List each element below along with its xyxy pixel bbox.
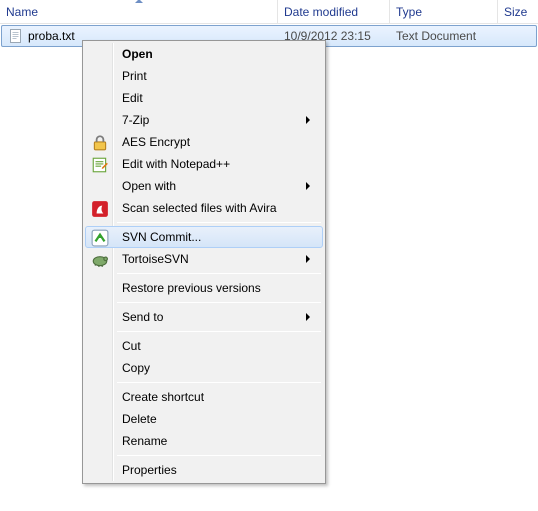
menu-item-svn-commit[interactable]: SVN Commit... bbox=[85, 226, 323, 248]
menu-item-edit[interactable]: Edit bbox=[85, 87, 323, 109]
svn-commit-icon bbox=[91, 229, 109, 247]
column-header-date[interactable]: Date modified bbox=[278, 0, 390, 23]
submenu-arrow-icon bbox=[306, 255, 310, 263]
menu-label: SVN Commit... bbox=[122, 230, 322, 244]
menu-item-copy[interactable]: Copy bbox=[85, 357, 323, 379]
column-label: Size bbox=[504, 5, 527, 19]
menu-item-delete[interactable]: Delete bbox=[85, 408, 323, 430]
menu-label: Create shortcut bbox=[122, 390, 322, 404]
separator bbox=[117, 222, 321, 223]
menu-label: Properties bbox=[122, 463, 322, 477]
column-label: Date modified bbox=[284, 5, 358, 19]
menu-label: Copy bbox=[122, 361, 322, 375]
menu-label: Edit with Notepad++ bbox=[122, 157, 322, 171]
menu-label: Delete bbox=[122, 412, 322, 426]
column-label: Name bbox=[6, 5, 38, 19]
menu-label: Print bbox=[122, 69, 322, 83]
separator bbox=[117, 331, 321, 332]
submenu-arrow-icon bbox=[306, 313, 310, 321]
text-file-icon bbox=[8, 28, 24, 44]
menu-item-avira[interactable]: Scan selected files with Avira bbox=[85, 197, 323, 219]
menu-item-7zip[interactable]: 7-Zip bbox=[85, 109, 323, 131]
separator bbox=[117, 302, 321, 303]
menu-label: AES Encrypt bbox=[122, 135, 322, 149]
separator bbox=[117, 382, 321, 383]
column-header-size[interactable]: Size bbox=[498, 0, 538, 23]
menu-item-print[interactable]: Print bbox=[85, 65, 323, 87]
menu-item-open-with[interactable]: Open with bbox=[85, 175, 323, 197]
tortoisesvn-icon bbox=[91, 251, 109, 269]
menu-label: Open bbox=[122, 47, 322, 61]
sort-ascending-icon bbox=[135, 0, 143, 3]
menu-item-send-to[interactable]: Send to bbox=[85, 306, 323, 328]
menu-item-tortoisesvn[interactable]: TortoiseSVN bbox=[85, 248, 323, 270]
menu-label: Open with bbox=[122, 179, 306, 193]
menu-label: 7-Zip bbox=[122, 113, 306, 127]
menu-label: Scan selected files with Avira bbox=[122, 201, 322, 215]
file-name-label: proba.txt bbox=[28, 29, 75, 43]
menu-item-cut[interactable]: Cut bbox=[85, 335, 323, 357]
separator bbox=[117, 273, 321, 274]
menu-label: Send to bbox=[122, 310, 306, 324]
separator bbox=[117, 455, 321, 456]
menu-label: Restore previous versions bbox=[122, 281, 322, 295]
submenu-arrow-icon bbox=[306, 182, 310, 190]
submenu-arrow-icon bbox=[306, 116, 310, 124]
column-header-row: Name Date modified Type Size bbox=[0, 0, 538, 24]
menu-label: Edit bbox=[122, 91, 322, 105]
column-header-name[interactable]: Name bbox=[0, 0, 278, 23]
column-header-type[interactable]: Type bbox=[390, 0, 498, 23]
file-type-label: Text Document bbox=[390, 29, 498, 43]
menu-label: TortoiseSVN bbox=[122, 252, 306, 266]
menu-item-properties[interactable]: Properties bbox=[85, 459, 323, 481]
menu-item-restore-versions[interactable]: Restore previous versions bbox=[85, 277, 323, 299]
menu-label: Cut bbox=[122, 339, 322, 353]
notepad-icon bbox=[91, 156, 109, 174]
menu-label: Rename bbox=[122, 434, 322, 448]
menu-item-rename[interactable]: Rename bbox=[85, 430, 323, 452]
context-menu: Open Print Edit 7-Zip AES Encrypt Edit w… bbox=[82, 40, 326, 484]
lock-icon bbox=[91, 134, 109, 152]
avira-icon bbox=[91, 200, 109, 218]
column-label: Type bbox=[396, 5, 422, 19]
menu-item-aes-encrypt[interactable]: AES Encrypt bbox=[85, 131, 323, 153]
menu-item-notepadpp[interactable]: Edit with Notepad++ bbox=[85, 153, 323, 175]
menu-item-open[interactable]: Open bbox=[85, 43, 323, 65]
menu-item-create-shortcut[interactable]: Create shortcut bbox=[85, 386, 323, 408]
